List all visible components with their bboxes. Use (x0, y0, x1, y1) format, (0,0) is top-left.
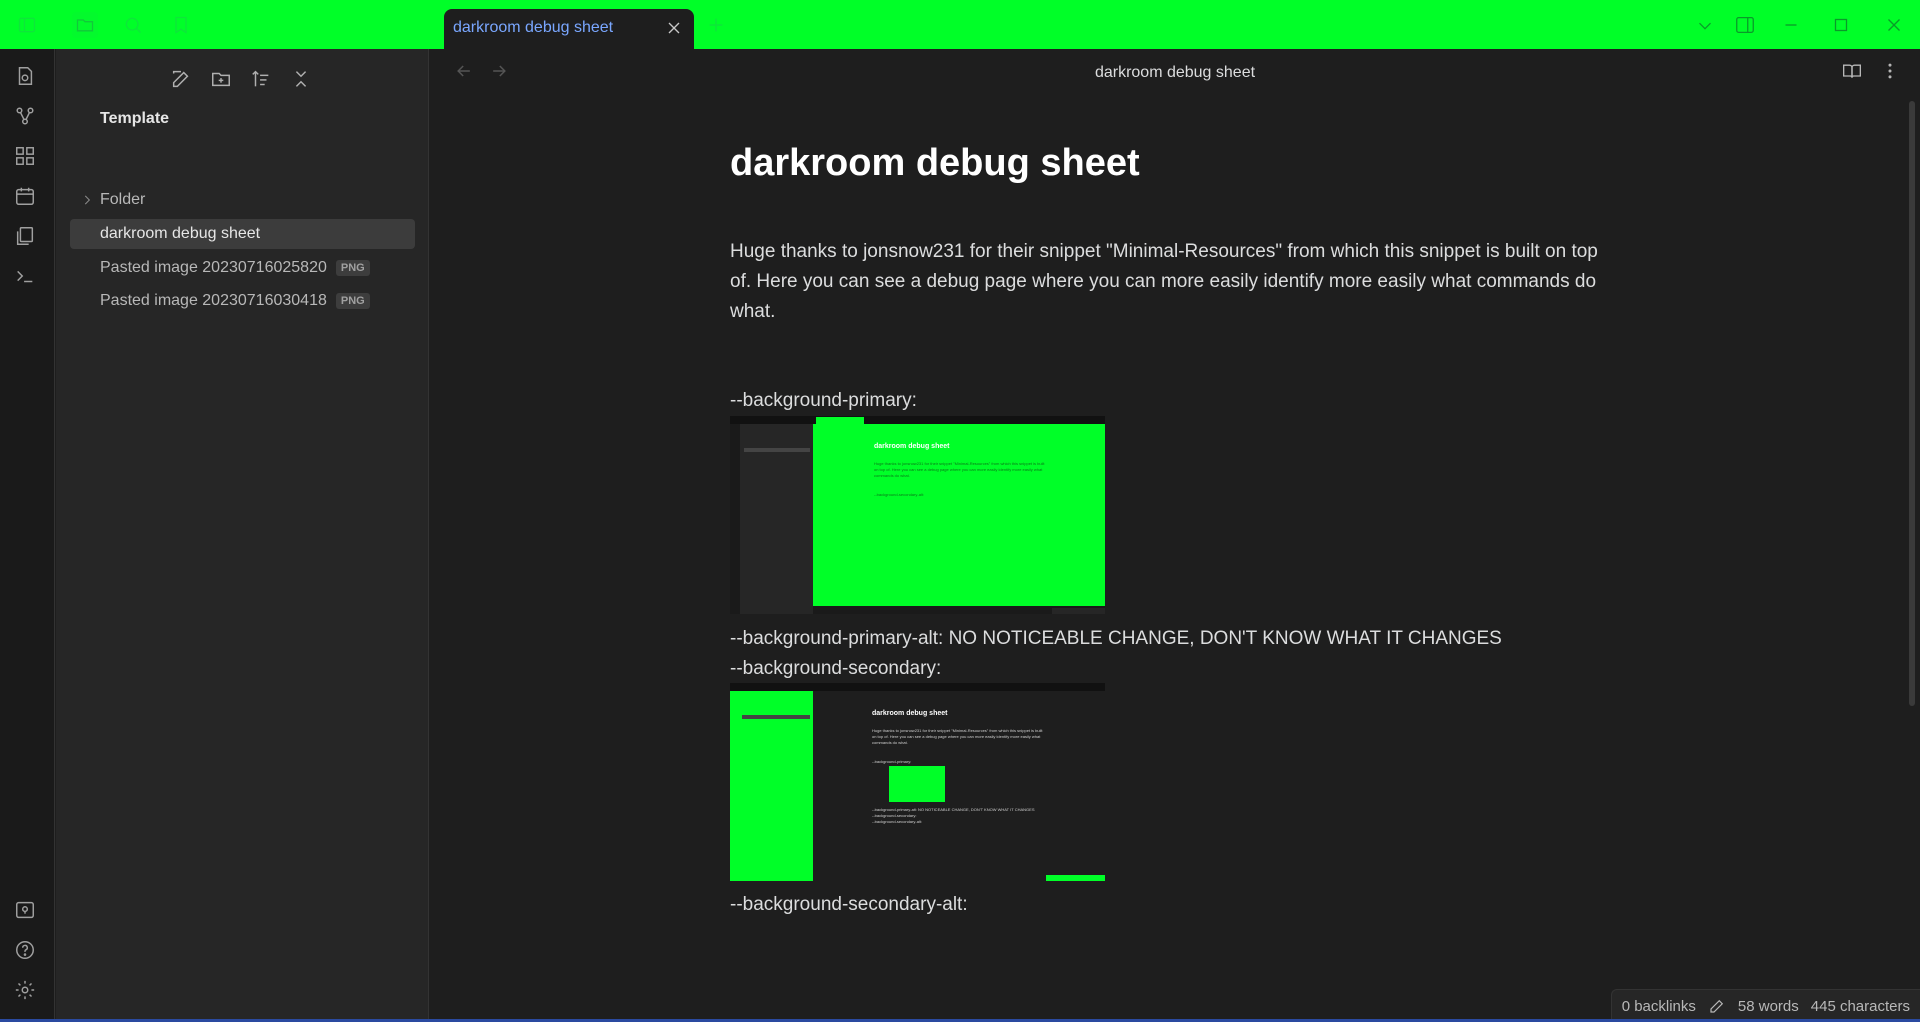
new-tab-icon[interactable] (705, 14, 727, 36)
status-bar: 0 backlinks 58 words 445 characters (1610, 989, 1920, 1022)
embedded-image-1[interactable]: darkroom debug sheet Huge thanks to jons… (730, 416, 1105, 614)
chevron-right-icon (80, 193, 94, 207)
file-label: Pasted image 20230716025820 (100, 259, 327, 276)
search-tab-icon[interactable] (120, 12, 146, 38)
note-title[interactable]: darkroom debug sheet (730, 142, 1140, 185)
calendar-icon[interactable] (14, 185, 40, 211)
help-icon[interactable] (14, 939, 40, 965)
chevron-down-icon[interactable] (1694, 14, 1716, 36)
title-bar: darkroom debug sheet (0, 0, 1920, 49)
minimize-icon[interactable] (1780, 14, 1802, 36)
backlinks-count[interactable]: 0 backlinks (1622, 998, 1696, 1015)
new-note-icon[interactable] (167, 65, 195, 93)
quick-switcher-icon[interactable] (14, 65, 40, 91)
window-close-icon[interactable] (1883, 14, 1905, 36)
maximize-icon[interactable] (1830, 14, 1852, 36)
templates-icon[interactable] (14, 225, 40, 251)
new-folder-icon[interactable] (207, 65, 235, 93)
folder-item[interactable]: Folder (70, 185, 415, 215)
sidebar-right-icon[interactable] (1734, 14, 1756, 36)
collapse-all-icon[interactable] (287, 65, 315, 93)
editor-pane: darkroom debug sheet darkroom debug shee… (430, 49, 1920, 1022)
note-line-4[interactable]: --background-secondary-alt: (730, 894, 968, 916)
graph-view-icon[interactable] (14, 105, 40, 131)
word-count: 58 words (1737, 997, 1799, 1015)
scrollbar[interactable] (1909, 101, 1915, 706)
file-type-badge: PNG (335, 260, 370, 276)
note-line-2[interactable]: --background-primary-alt: NO NOTICEABLE … (730, 628, 1502, 650)
file-item-pasted-image-2[interactable]: Pasted image 20230716030418 PNG (70, 286, 415, 316)
embedded-image-2[interactable]: darkroom debug sheet Huge thanks to jons… (730, 683, 1105, 881)
folder-label: Folder (100, 191, 146, 208)
files-tab-icon[interactable] (72, 12, 98, 38)
tab-label: darkroom debug sheet (453, 19, 614, 36)
more-options-icon[interactable] (1880, 61, 1904, 85)
gear-icon[interactable] (14, 979, 40, 1005)
note-line-1[interactable]: --background-primary: (730, 390, 917, 412)
sort-icon[interactable] (247, 65, 275, 93)
file-item-pasted-image-1[interactable]: Pasted image 20230716025820 PNG (70, 253, 415, 283)
canvas-icon[interactable] (14, 145, 40, 171)
file-item-darkroom-debug-sheet[interactable]: darkroom debug sheet (70, 219, 415, 249)
reading-view-icon[interactable] (1842, 61, 1866, 85)
tab-darkroom-debug-sheet[interactable]: darkroom debug sheet (444, 9, 694, 49)
toggle-sidebar-icon[interactable] (14, 12, 40, 38)
vault-root[interactable]: Template (100, 110, 169, 128)
terminal-icon[interactable] (14, 265, 40, 291)
view-header-title[interactable]: darkroom debug sheet (430, 64, 1920, 82)
close-icon[interactable] (664, 18, 684, 38)
note-line-3[interactable]: --background-secondary: (730, 658, 941, 680)
left-ribbon (0, 49, 55, 1022)
character-count: 445 characters (1810, 997, 1910, 1015)
file-type-badge: PNG (335, 293, 370, 309)
edit-mode-icon[interactable] (1708, 997, 1726, 1015)
vault-icon[interactable] (14, 899, 40, 925)
bookmarks-tab-icon[interactable] (168, 12, 194, 38)
note-paragraph[interactable]: Huge thanks to jonsnow231 for their snip… (730, 237, 1610, 327)
file-explorer: Template Folder darkroom debug sheet Pas… (56, 49, 429, 1022)
file-label: Pasted image 20230716030418 (100, 292, 327, 309)
file-label: darkroom debug sheet (100, 225, 261, 242)
